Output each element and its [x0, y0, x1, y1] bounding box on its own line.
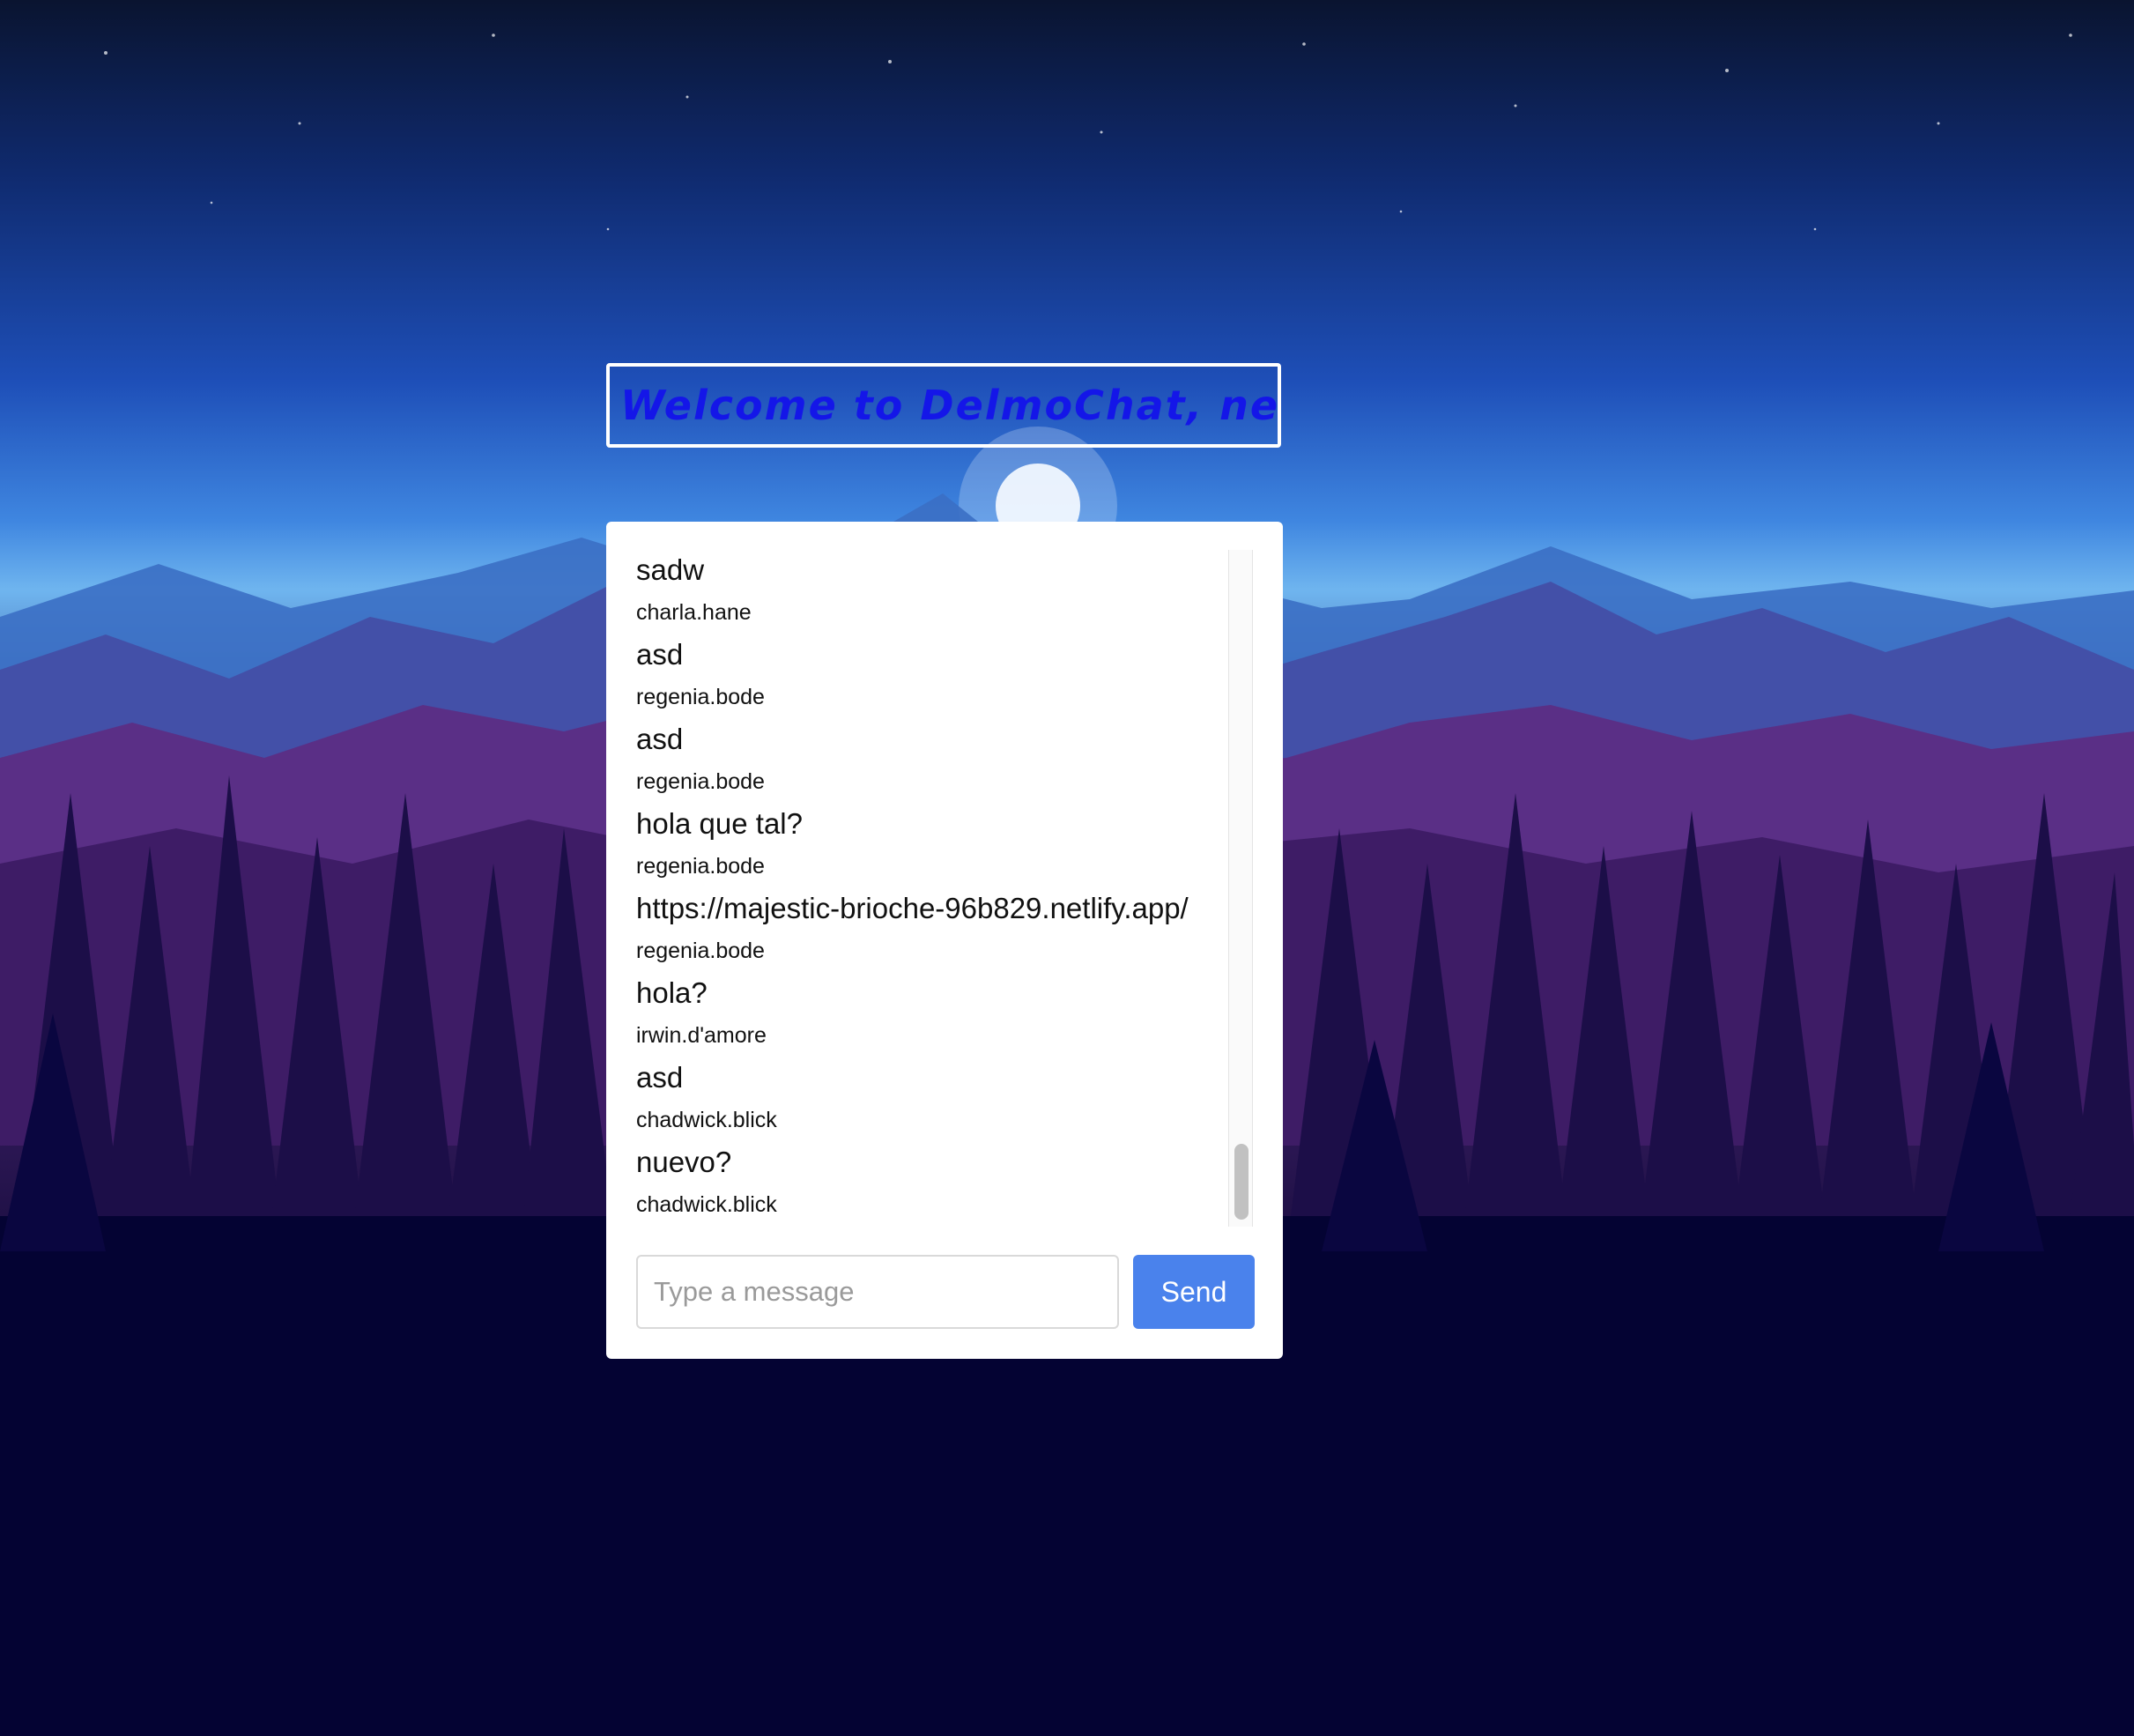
message-input[interactable] — [636, 1255, 1119, 1329]
message-text: asd — [636, 638, 684, 671]
message-username: irwin.d'amore — [636, 1023, 767, 1048]
page-title: Welcome to DelmoChat, new — [620, 382, 1281, 429]
message-username: regenia.bode — [636, 854, 765, 879]
message-text: hola que tal? — [636, 807, 803, 840]
welcome-banner: Welcome to DelmoChat, new — [606, 363, 1281, 448]
message-text: sadw — [636, 553, 705, 586]
message-username: chadwick.blick — [636, 1192, 777, 1217]
chat-card: sadw charla.hane asd regenia.bode asd re… — [606, 522, 1283, 1359]
message-username: charla.hane — [636, 600, 752, 625]
message-username: regenia.bode — [636, 769, 765, 794]
message-item: nuevo? chadwick.blick — [636, 1140, 1253, 1223]
message-item: hola? irwin.d'amore — [636, 971, 1253, 1056]
message-username: regenia.bode — [636, 685, 765, 709]
message-item: https://majestic-brioche-96b829.netlify.… — [636, 887, 1253, 971]
message-item: asd regenia.bode — [636, 633, 1253, 717]
send-button[interactable]: Send — [1133, 1255, 1255, 1329]
message-text: nuevo? — [636, 1146, 732, 1178]
message-username: chadwick.blick — [636, 1108, 777, 1132]
message-text: hola? — [636, 976, 708, 1009]
scrollbar-thumb[interactable] — [1234, 1144, 1249, 1220]
message-link[interactable]: https://majestic-brioche-96b829.netlify.… — [636, 887, 1253, 931]
message-item: hola que tal? regenia.bode — [636, 802, 1253, 887]
message-list[interactable]: sadw charla.hane asd regenia.bode asd re… — [636, 548, 1253, 1223]
message-text: asd — [636, 723, 684, 755]
message-username: regenia.bode — [636, 938, 765, 963]
message-item: sadw charla.hane — [636, 548, 1253, 633]
message-item: asd chadwick.blick — [636, 1056, 1253, 1140]
message-scrollbar[interactable] — [1228, 550, 1253, 1227]
message-text: asd — [636, 1061, 684, 1094]
message-item: asd regenia.bode — [636, 717, 1253, 802]
